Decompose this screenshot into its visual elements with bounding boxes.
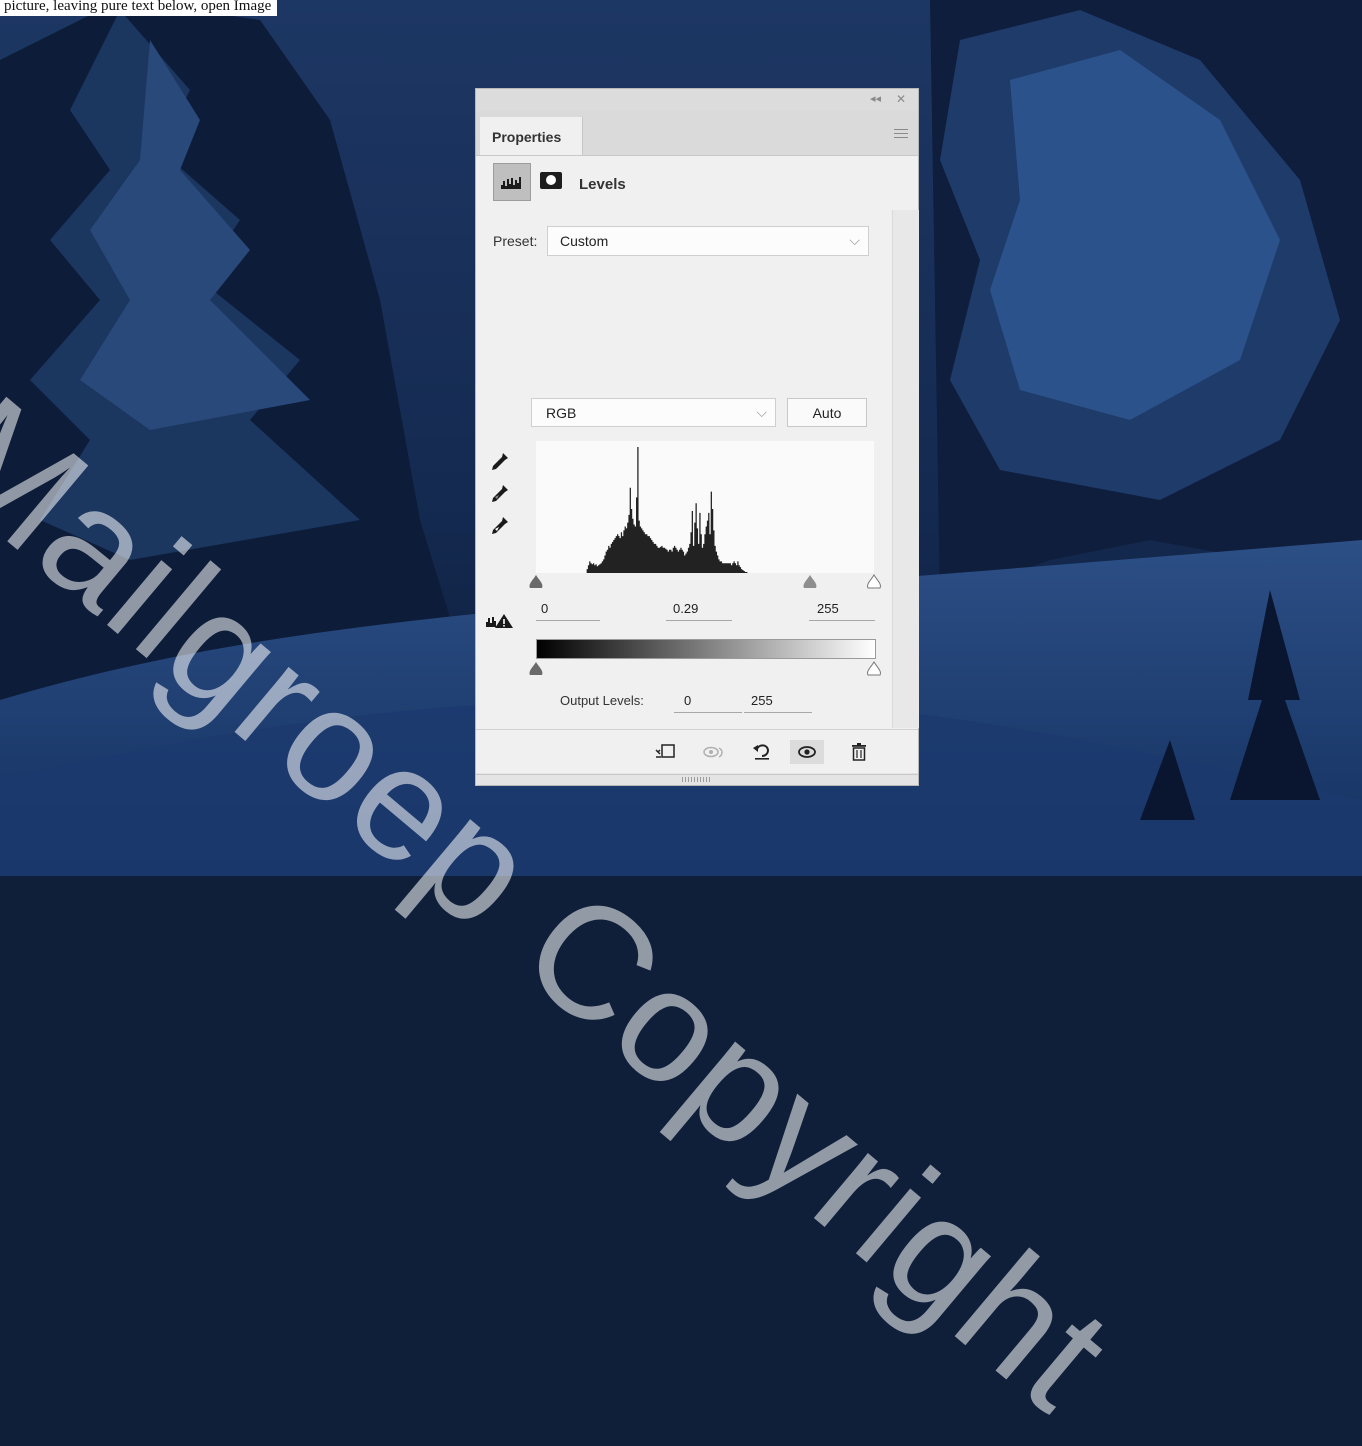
levels-controls: Preset: Custom ⌵ RGB ⌵ Auto 0 0.29 255 O… [476, 210, 892, 728]
tab-properties[interactable]: Properties [480, 117, 583, 155]
levels-histogram-icon[interactable] [493, 163, 531, 201]
eye-icon[interactable] [790, 740, 824, 764]
output-white-value[interactable]: 255 [751, 693, 773, 708]
double-chevron-left-icon[interactable]: ◂◂ [870, 93, 881, 105]
input-gamma-slider[interactable] [801, 574, 819, 590]
output-black-value[interactable]: 0 [684, 693, 691, 708]
input-black-slider[interactable] [527, 574, 545, 590]
chevron-down-icon: ⌵ [756, 404, 767, 420]
input-white-slider[interactable] [865, 574, 883, 590]
white-point-eyedropper-icon[interactable] [488, 515, 510, 537]
input-gamma-underline [666, 620, 732, 621]
output-black-underline [674, 712, 742, 713]
trash-icon[interactable] [846, 740, 872, 764]
black-point-eyedropper-icon[interactable] [488, 451, 510, 473]
top-caption-text: picture, leaving pure text below, open I… [0, 0, 278, 16]
resize-divider [476, 774, 918, 775]
input-white-value[interactable]: 255 [817, 601, 839, 616]
auto-button[interactable]: Auto [787, 398, 867, 427]
panel-titlebar[interactable]: ◂◂ ✕ [476, 89, 918, 111]
layer-mask-icon[interactable] [540, 172, 562, 189]
preset-dropdown[interactable]: Custom ⌵ [547, 226, 869, 256]
input-black-underline [536, 620, 600, 621]
close-icon[interactable]: ✕ [896, 93, 906, 105]
preset-value: Custom [560, 233, 609, 249]
input-black-value[interactable]: 0 [541, 601, 548, 616]
output-black-slider[interactable] [527, 661, 545, 677]
auto-button-label: Auto [812, 405, 842, 421]
channel-dropdown[interactable]: RGB ⌵ [531, 398, 776, 427]
output-gradient-bar [536, 639, 876, 659]
panel-footer [476, 729, 918, 774]
histogram-area [536, 447, 874, 573]
output-white-slider[interactable] [865, 661, 883, 677]
preset-label: Preset: [493, 233, 538, 249]
properties-panel: ◂◂ ✕ Properties Levels Preset: Custom ⌵ … [476, 89, 919, 785]
panel-resize-handle[interactable] [476, 773, 918, 785]
input-white-underline [809, 620, 875, 621]
output-levels-label: Output Levels: [560, 693, 644, 708]
panel-menu-icon[interactable] [894, 129, 908, 139]
input-gamma-value[interactable]: 0.29 [673, 601, 698, 616]
output-white-underline [744, 712, 812, 713]
adjustment-header: Levels [476, 156, 918, 210]
levels-histogram [536, 441, 874, 573]
clipping-warning-icon[interactable] [485, 612, 515, 630]
clip-to-layer-icon[interactable] [652, 740, 678, 764]
reset-icon[interactable] [749, 740, 775, 764]
panel-tab-row: Properties [476, 111, 918, 156]
resize-grip[interactable] [682, 777, 712, 782]
gray-point-eyedropper-icon[interactable] [488, 483, 510, 505]
tab-properties-label: Properties [492, 129, 562, 145]
adjustment-title: Levels [579, 176, 626, 193]
view-previous-state-icon[interactable] [700, 740, 726, 764]
channel-value: RGB [546, 405, 577, 421]
chevron-down-icon: ⌵ [849, 232, 860, 248]
panel-scrollbar[interactable] [892, 210, 919, 728]
